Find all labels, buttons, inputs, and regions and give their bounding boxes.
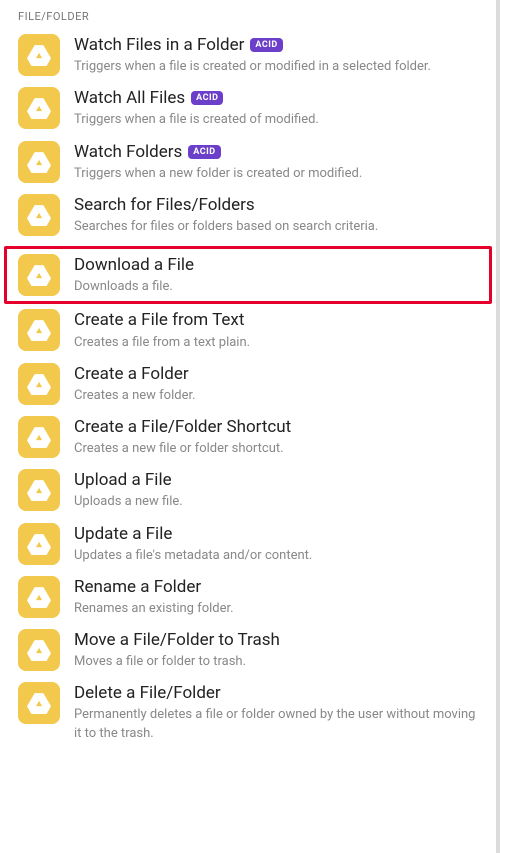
module-description: Triggers when a file is created or modif… (74, 58, 478, 76)
acid-badge: ACID (191, 91, 223, 105)
module-title: Watch Files in a Folder (74, 34, 244, 56)
module-description: Updates a file's metadata and/or content… (74, 547, 478, 565)
google-drive-icon (18, 629, 60, 671)
module-text: Watch All Files ACID Triggers when a file … (74, 85, 478, 129)
module-title: Watch Folders (74, 141, 182, 163)
module-item[interactable]: Upload a File Uploads a new file. (0, 466, 496, 519)
module-description: Creates a new folder. (74, 387, 478, 405)
module-description: Searches for files or folders based on s… (74, 218, 478, 236)
module-title: Create a File from Text (74, 309, 244, 331)
module-title: Delete a File/Folder (74, 682, 221, 704)
module-item[interactable]: Create a Folder Creates a new folder. (0, 360, 496, 413)
google-drive-icon (18, 682, 60, 724)
module-list-panel[interactable]: FILE/FOLDER Watch Files in a Folder ACID T… (0, 0, 500, 853)
module-text: Create a File from Text Creates a file fr… (74, 307, 478, 351)
module-title: Update a File (74, 523, 172, 545)
module-title: Move a File/Folder to Trash (74, 629, 280, 651)
module-title: Upload a File (74, 469, 172, 491)
module-item[interactable]: Create a File/Folder Shortcut Creates a n… (0, 413, 496, 466)
module-description: Uploads a new file. (74, 493, 478, 511)
module-description: Creates a file from a text plain. (74, 334, 478, 352)
module-description: Triggers when a file is created of modif… (74, 111, 478, 129)
section-header: FILE/FOLDER (0, 0, 496, 31)
google-drive-icon (18, 254, 60, 296)
module-item[interactable]: Watch All Files ACID Triggers when a file … (0, 84, 496, 137)
google-drive-icon (18, 523, 60, 565)
module-text: Update a File Updates a file's metadata a… (74, 521, 478, 565)
module-description: Triggers when a new folder is created or… (74, 165, 478, 183)
google-drive-icon (18, 87, 60, 129)
google-drive-icon (18, 363, 60, 405)
module-item[interactable]: Delete a File/FolderPermanently deletes … (0, 679, 496, 750)
module-description: Permanently deletes a file or folder own… (74, 706, 478, 742)
module-description: Creates a new file or folder shortcut. (74, 440, 478, 458)
module-text: Watch Files in a Folder ACID Triggers when… (74, 32, 478, 76)
module-title: Watch All Files (74, 87, 185, 109)
module-description: Renames an existing folder. (74, 600, 478, 618)
module-text: Rename a Folder Renames an existing folde… (74, 574, 478, 618)
module-title: Create a Folder (74, 363, 189, 385)
google-drive-icon (18, 34, 60, 76)
module-item[interactable]: Download a File Downloads a file. (4, 246, 492, 304)
module-item[interactable]: Create a File from Text Creates a file fr… (0, 306, 496, 359)
module-item[interactable]: Watch Folders ACID Triggers when a new fol… (0, 138, 496, 191)
module-item[interactable]: Search for Files/Folders Searches for fil… (0, 191, 496, 244)
module-text: Search for Files/Folders Searches for fil… (74, 192, 478, 236)
module-title: Create a File/Folder Shortcut (74, 416, 291, 438)
module-item[interactable]: Update a File Updates a file's metadata a… (0, 520, 496, 573)
google-drive-icon (18, 416, 60, 458)
module-text: Download a File Downloads a file. (74, 252, 478, 296)
acid-badge: ACID (250, 38, 282, 52)
google-drive-icon (18, 469, 60, 511)
module-description: Downloads a file. (74, 278, 478, 296)
module-text: Watch Folders ACID Triggers when a new fol… (74, 139, 478, 183)
module-text: Create a File/Folder Shortcut Creates a n… (74, 414, 478, 458)
module-text: Delete a File/FolderPermanently deletes … (74, 680, 478, 742)
google-drive-icon (18, 141, 60, 183)
module-item[interactable]: Rename a Folder Renames an existing folde… (0, 573, 496, 626)
module-text: Move a File/Folder to Trash Moves a file … (74, 627, 478, 671)
module-text: Upload a File Uploads a new file. (74, 467, 478, 511)
google-drive-icon (18, 576, 60, 618)
module-item[interactable]: Watch Files in a Folder ACID Triggers when… (0, 31, 496, 84)
acid-badge: ACID (188, 145, 220, 159)
module-title: Download a File (74, 254, 194, 276)
module-title: Search for Files/Folders (74, 194, 255, 216)
module-item[interactable]: Move a File/Folder to Trash Moves a file … (0, 626, 496, 679)
google-drive-icon (18, 194, 60, 236)
module-title: Rename a Folder (74, 576, 201, 598)
module-text: Create a Folder Creates a new folder. (74, 361, 478, 405)
google-drive-icon (18, 309, 60, 351)
module-description: Moves a file or folder to trash. (74, 653, 478, 671)
